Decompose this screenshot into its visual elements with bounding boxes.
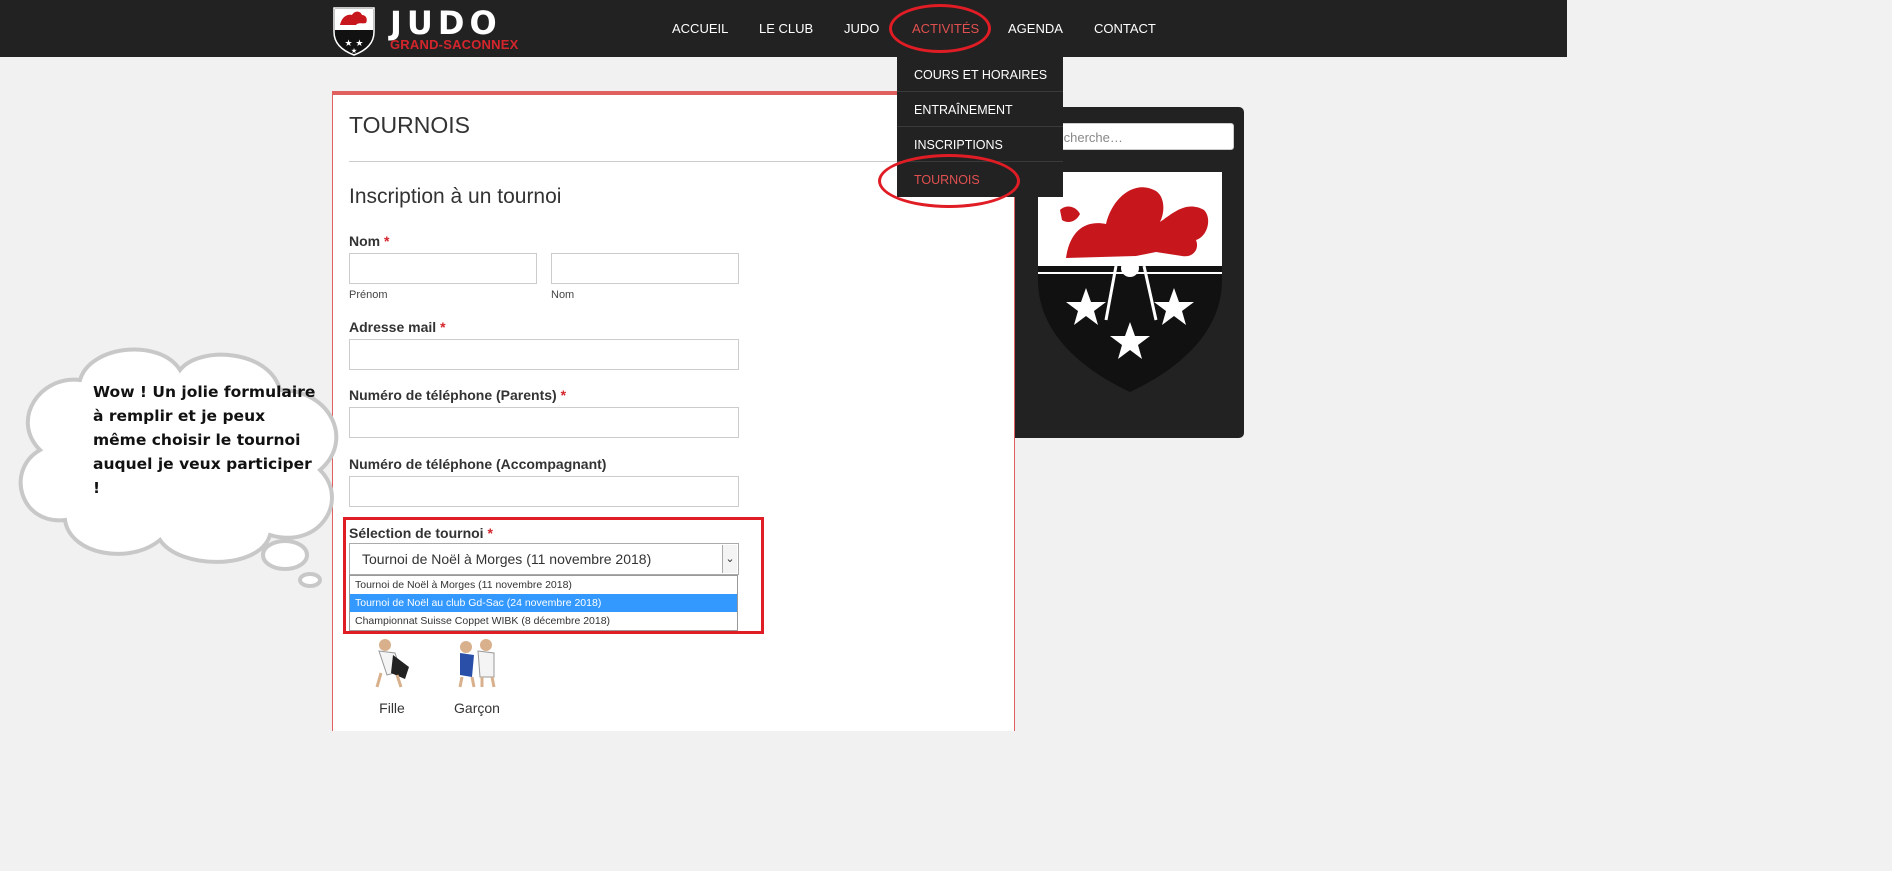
required-marker: * [384, 233, 390, 249]
first-name-sublabel: Prénom [349, 289, 388, 301]
nav-agenda[interactable]: AGENDA [1008, 21, 1063, 36]
email-label: Adresse mail * [349, 319, 446, 335]
judoka-boy-icon [458, 639, 496, 688]
nav-judo[interactable]: JUDO [844, 21, 879, 36]
phone-companion-label: Numéro de téléphone (Accompagnant) [349, 456, 607, 472]
annotation-circle-activites [889, 4, 991, 53]
name-label: Nom * [349, 233, 390, 249]
judoka-girl-icon [375, 639, 409, 688]
email-input[interactable] [349, 339, 739, 370]
phone-parents-label: Numéro de téléphone (Parents) * [349, 387, 567, 403]
phone-parents-input[interactable] [349, 407, 739, 438]
svg-text:★: ★ [351, 47, 357, 55]
nav-le-club[interactable]: LE CLUB [759, 21, 813, 36]
required-marker: * [560, 387, 567, 403]
phone-companion-input[interactable] [349, 476, 739, 507]
last-name-input[interactable] [551, 253, 739, 284]
crest-logo-icon: ★ ★ ★ [333, 7, 375, 56]
last-name-sublabel: Nom [551, 289, 575, 301]
title-divider [349, 161, 909, 162]
gender-boy-option[interactable]: Garçon [447, 637, 507, 727]
gender-boy-label: Garçon [454, 700, 500, 716]
nav-accueil[interactable]: ACCUEIL [672, 21, 728, 36]
form-title: Inscription à un tournoi [349, 185, 562, 208]
menu-item-cours-horaires[interactable]: COURS ET HORAIRES [897, 57, 1063, 92]
annotation-circle-tournois [878, 154, 1020, 208]
top-navbar: ★ ★ ★ JUDO GRAND-SACONNEX ACCUEIL LE CLU… [0, 0, 1567, 57]
site-logo[interactable]: ★ ★ ★ JUDO GRAND-SACONNEX [332, 4, 532, 56]
nav-contact[interactable]: CONTACT [1094, 21, 1156, 36]
menu-item-entrainement[interactable]: ENTRAÎNEMENT [897, 92, 1063, 127]
required-marker: * [440, 319, 446, 335]
page-title: TOURNOIS [349, 112, 470, 138]
logo-subtitle: GRAND-SACONNEX [390, 37, 519, 52]
search-input[interactable]: Recherche… [1040, 123, 1234, 150]
annotation-cloud-text: Wow ! Un jolie formulaire à remplir et j… [93, 383, 316, 497]
club-crest-icon [1038, 172, 1222, 392]
annotation-highlight-box [343, 517, 764, 634]
first-name-input[interactable] [349, 253, 537, 284]
gender-girl-option[interactable]: Fille [362, 637, 422, 727]
gender-girl-label: Fille [379, 700, 405, 716]
